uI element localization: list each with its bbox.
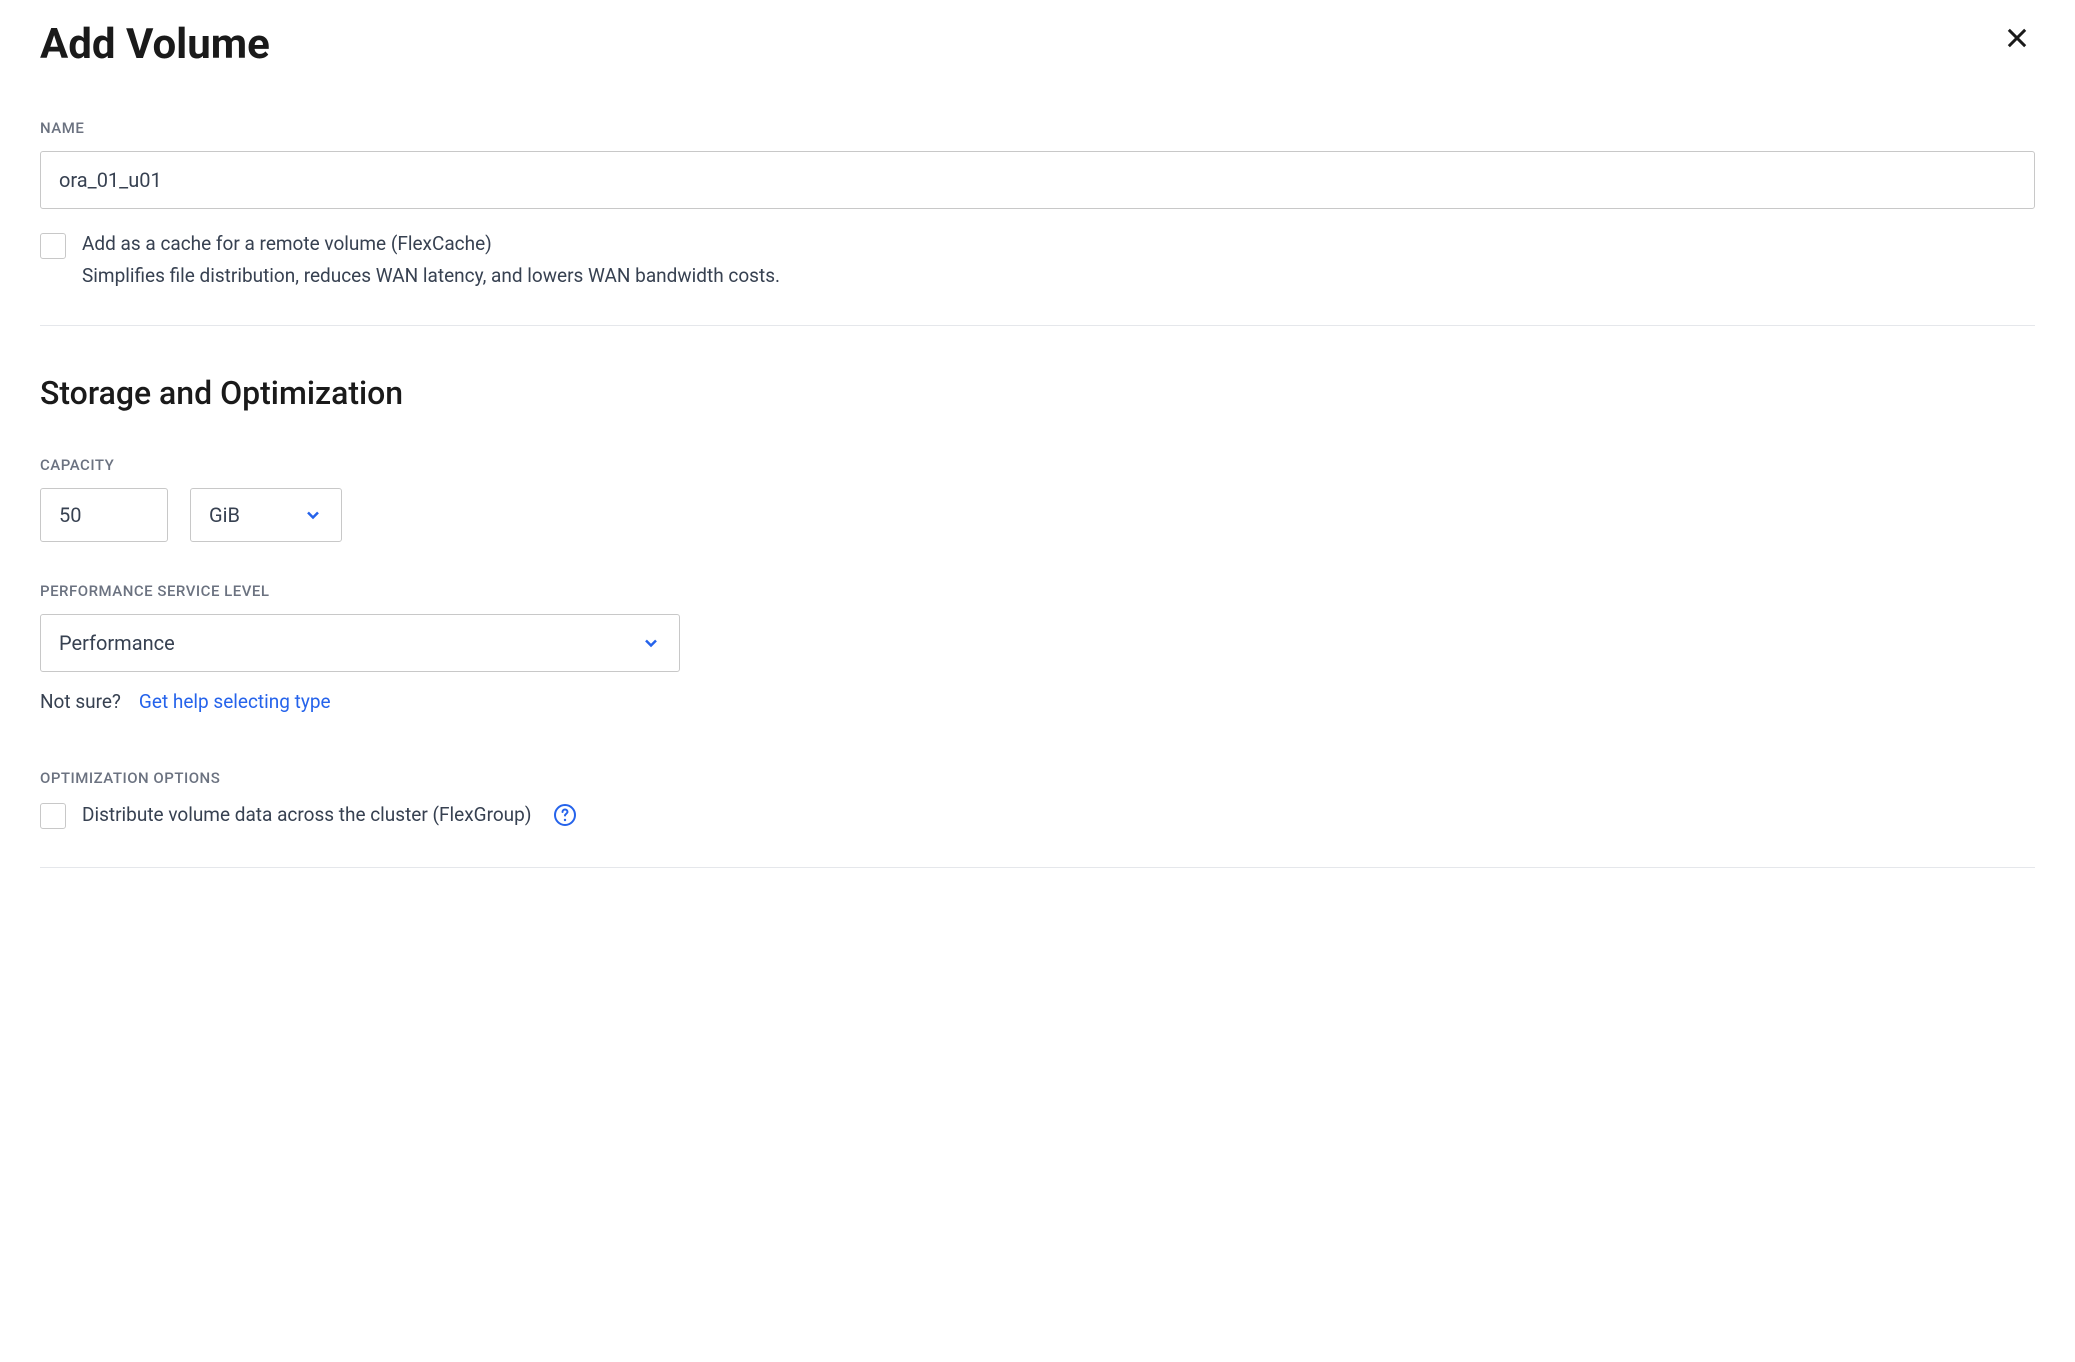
capacity-row: GiB (40, 488, 2035, 542)
name-section: NAME Add as a cache for a remote volume … (40, 119, 2035, 287)
optimization-label: OPTIMIZATION OPTIONS (40, 769, 2035, 787)
close-icon (2003, 24, 2031, 52)
capacity-label: CAPACITY (40, 456, 2035, 474)
capacity-unit-select[interactable]: GiB (190, 488, 342, 542)
flexcache-row: Add as a cache for a remote volume (Flex… (40, 231, 2035, 287)
performance-label: PERFORMANCE SERVICE LEVEL (40, 582, 2035, 600)
dialog-header: Add Volume (40, 20, 2035, 69)
flexcache-sublabel: Simplifies file distribution, reduces WA… (82, 264, 780, 287)
capacity-input[interactable] (40, 488, 168, 542)
flexgroup-label: Distribute volume data across the cluste… (82, 803, 531, 826)
question-circle-icon (553, 803, 577, 827)
flexcache-checkbox[interactable] (40, 233, 66, 259)
close-button[interactable] (1999, 20, 2035, 56)
name-input[interactable] (40, 151, 2035, 209)
flexcache-text-wrap: Add as a cache for a remote volume (Flex… (82, 231, 780, 287)
performance-value: Performance (59, 631, 175, 655)
performance-help-prefix: Not sure? (40, 690, 121, 713)
performance-help-row: Not sure? Get help selecting type (40, 690, 2035, 713)
bottom-divider (40, 867, 2035, 868)
flexcache-label: Add as a cache for a remote volume (Flex… (82, 231, 780, 258)
performance-select[interactable]: Performance (40, 614, 680, 672)
performance-help-link[interactable]: Get help selecting type (139, 690, 331, 713)
dialog-title: Add Volume (40, 20, 270, 69)
chevron-down-icon (303, 505, 323, 525)
flexgroup-checkbox[interactable] (40, 803, 66, 829)
section-divider (40, 325, 2035, 326)
flexgroup-help-button[interactable] (553, 803, 577, 827)
storage-section-title: Storage and Optimization (40, 374, 2035, 412)
capacity-unit-value: GiB (209, 503, 240, 527)
name-label: NAME (40, 119, 2035, 137)
storage-section: Storage and Optimization CAPACITY GiB PE… (40, 374, 2035, 829)
chevron-down-icon (641, 633, 661, 653)
flexgroup-row: Distribute volume data across the cluste… (40, 801, 2035, 829)
